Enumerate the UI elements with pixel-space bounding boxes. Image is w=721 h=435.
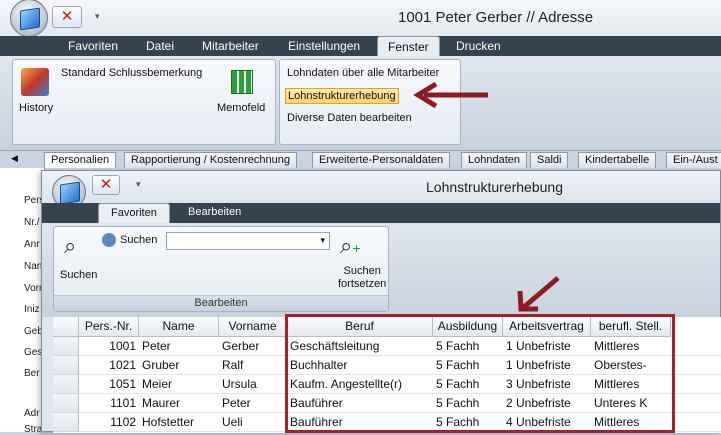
column-header-name[interactable]: Name <box>139 317 219 337</box>
personalien-left-pane: Pers Nr./ Anr Nan Vorr Iniz Geb Ges Ber … <box>0 168 45 435</box>
tab-kindertabelle[interactable]: Kindertabelle <box>578 152 657 168</box>
inner-title-bar: ✕ ▾ Lohnstrukturerhebung <box>42 171 720 209</box>
row-selector[interactable] <box>53 394 79 413</box>
suchen-fortsetzen-button[interactable]: Suchen fortsetzen <box>338 265 386 291</box>
menu-favoriten[interactable]: Favoriten <box>68 39 118 53</box>
ribbon-group-standard: Standard Schlussbemerkung History Memofe… <box>12 59 276 145</box>
cell-vorname: Ursula <box>222 377 257 391</box>
cell-nr: 1102 <box>110 415 136 429</box>
field-label: Nr./ <box>24 217 40 228</box>
field-label: Stra <box>24 424 43 435</box>
field-label: Anr <box>24 239 40 250</box>
field-label: Ber <box>24 368 40 379</box>
cell-name: Hofstetter <box>142 415 195 429</box>
annotation-arrow-icon <box>413 82 488 108</box>
binoculars-plus-icon: ⌕+ <box>340 233 361 258</box>
grid-corner <box>53 317 79 337</box>
standard-schlussbemerkung-button[interactable]: Standard Schlussbemerkung <box>61 67 202 79</box>
cell-vorname: Ueli <box>222 415 243 429</box>
row-selector[interactable] <box>53 375 79 394</box>
row-selector[interactable] <box>53 337 79 356</box>
inner-window-title: Lohnstrukturerhebung <box>426 179 563 195</box>
tab-erweiterte-personaldaten[interactable]: Erweiterte-Personaldaten <box>312 152 451 168</box>
outer-tab-strip: ◀ Personalien Rapportierung / Kostenrech… <box>0 150 721 168</box>
lohnstruktur-window: ✕ ▾ Lohnstrukturerhebung Favoriten Bearb… <box>41 170 721 433</box>
group-label: Bearbeiten <box>54 295 388 311</box>
tab-scroll-icon[interactable]: ◀ <box>11 153 18 164</box>
binoculars-icon: ⌕ <box>64 233 77 258</box>
inner-ribbon: ⌕ Suchen Suchen ▾ ⌕+ Suchen fortsetzen Be… <box>42 223 720 317</box>
cube-icon <box>60 181 80 205</box>
field-label: Adr <box>24 408 40 419</box>
menu-fenster[interactable]: Fenster <box>377 36 440 57</box>
tab-ein-aust[interactable]: Ein-/Aust <box>666 152 721 168</box>
column-header-vorname[interactable]: Vorname <box>219 317 287 337</box>
cell-name: Peter <box>142 339 171 353</box>
cell-nr: 1021 <box>109 358 136 372</box>
field-label: Iniz <box>24 304 40 315</box>
outer-title-bar: ✕ ▾ 1001 Peter Gerber // Adresse <box>0 0 721 37</box>
cell-name: Meier <box>142 377 173 391</box>
row-selector[interactable] <box>53 413 79 432</box>
tab-rapportierung[interactable]: Rapportierung / Kostenrechnung <box>124 152 297 168</box>
annotation-highlight-box <box>285 314 675 433</box>
window-title: 1001 Peter Gerber // Adresse <box>398 9 594 26</box>
cell-vorname: Peter <box>222 396 251 410</box>
data-grid: Pers.-Nr. Name Vorname Beruf Ausbildung … <box>53 314 721 433</box>
inner-close-x-icon[interactable]: ✕ <box>92 175 120 195</box>
cell-vorname: Ralf <box>222 358 244 372</box>
suchen-button[interactable]: Suchen <box>60 269 97 281</box>
lohnstrukturerhebung-button[interactable]: Lohnstrukturerhebung <box>285 88 399 104</box>
history-button[interactable]: History <box>19 102 53 114</box>
close-x-icon[interactable]: ✕ <box>52 6 82 28</box>
cell-nr: 1001 <box>109 339 136 353</box>
memofeld-button[interactable]: Memofeld <box>217 102 265 114</box>
menu-mitarbeiter[interactable]: Mitarbeiter <box>202 39 259 53</box>
cell-name: Maurer <box>142 396 181 410</box>
cube-icon <box>20 7 40 31</box>
inner-quick-access-dropdown-icon[interactable]: ▾ <box>136 179 141 190</box>
diverse-daten-button[interactable]: Diverse Daten bearbeiten <box>287 112 412 124</box>
annotation-arrow-down-icon <box>517 276 560 312</box>
column-header-pers-nr[interactable]: Pers.-Nr. <box>79 317 139 337</box>
tab-saldi[interactable]: Saldi <box>530 152 569 168</box>
cell-name: Gruber <box>142 358 180 372</box>
cell-nr: 1101 <box>110 396 136 410</box>
menu-bar: Favoriten Datei Mitarbeiter Einstellunge… <box>0 36 721 57</box>
cell-nr: 1051 <box>109 377 136 391</box>
inner-tab-bearbeiten[interactable]: Bearbeiten <box>188 206 241 218</box>
lohndaten-alle-button[interactable]: Lohndaten über alle Mitarbeiter <box>287 67 439 79</box>
search-combobox[interactable]: ▾ <box>166 232 330 250</box>
menu-einstellungen[interactable]: Einstellungen <box>288 39 360 53</box>
tab-personalien[interactable]: Personalien <box>44 152 117 168</box>
chevron-down-icon: ▾ <box>320 235 325 245</box>
cell-vorname: Gerber <box>222 339 260 353</box>
row-selector[interactable] <box>53 356 79 375</box>
field-label: Vorr <box>24 283 43 294</box>
inner-menu-bar: Favoriten Bearbeiten <box>42 203 720 224</box>
memofeld-icon <box>231 70 253 94</box>
history-icon <box>21 68 49 96</box>
suchen-fortsetzen-line1: Suchen <box>343 265 381 277</box>
menu-datei[interactable]: Datei <box>146 39 174 53</box>
menu-drucken[interactable]: Drucken <box>456 39 501 53</box>
ribbon-group-bearbeiten: ⌕ Suchen Suchen ▾ ⌕+ Suchen fortsetzen Be… <box>53 226 389 312</box>
tab-lohndaten[interactable]: Lohndaten <box>461 152 527 168</box>
field-label: Ges <box>24 347 43 358</box>
field-label: Nan <box>24 261 43 272</box>
suchen-fortsetzen-line2: fortsetzen <box>338 278 387 290</box>
suchen-label: Suchen <box>120 234 158 246</box>
app-orb-button[interactable] <box>10 0 48 37</box>
user-search-icon <box>102 233 116 247</box>
quick-access-dropdown-icon[interactable]: ▾ <box>95 11 100 22</box>
inner-tab-favoriten[interactable]: Favoriten <box>98 203 170 224</box>
outer-ribbon: Standard Schlussbemerkung History Memofe… <box>0 56 721 150</box>
